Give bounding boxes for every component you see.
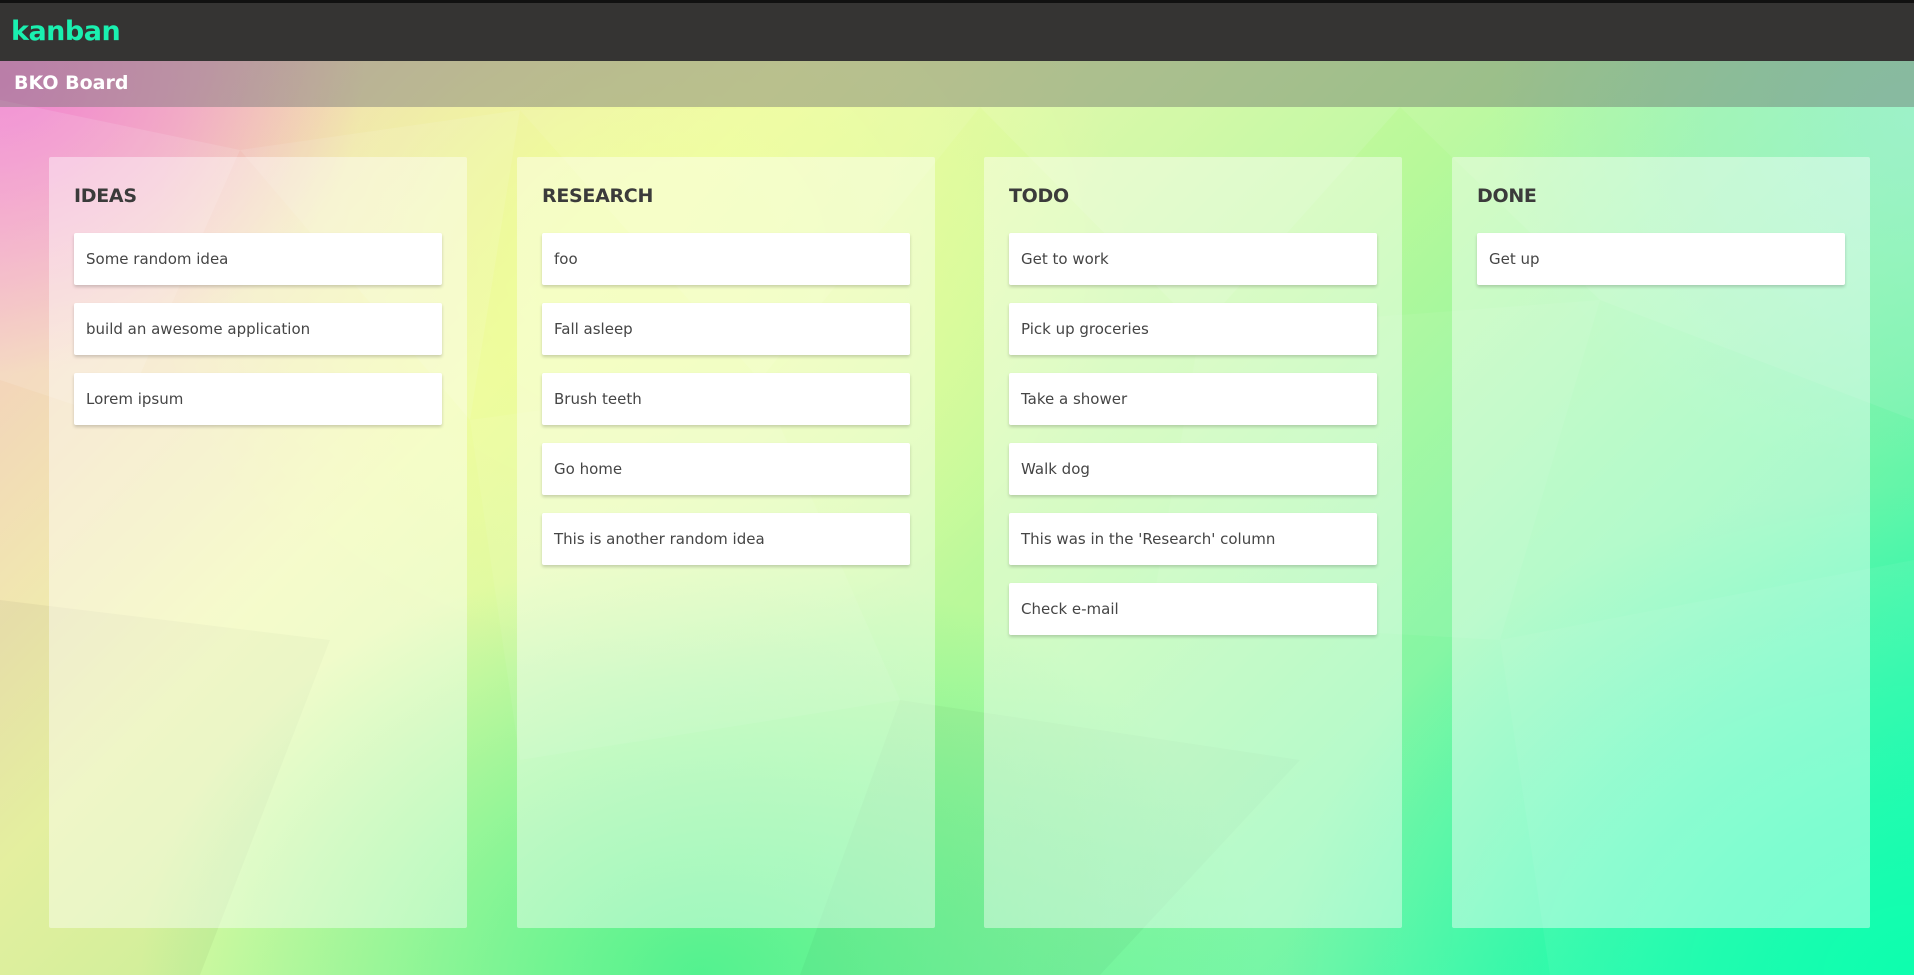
column-done: DONE Get up: [1452, 157, 1870, 928]
column-todo: TODO Get to work Pick up groceries Take …: [984, 157, 1402, 928]
card[interactable]: Get to work: [1009, 233, 1377, 285]
board-title: BKO Board: [14, 72, 129, 94]
top-navbar: kanban: [0, 0, 1914, 61]
card[interactable]: Take a shower: [1009, 373, 1377, 425]
card[interactable]: build an awesome application: [74, 303, 442, 355]
brand-logo[interactable]: kanban: [11, 16, 121, 47]
column-title: TODO: [1009, 185, 1069, 207]
card[interactable]: Check e-mail: [1009, 583, 1377, 635]
column-title: DONE: [1477, 185, 1537, 207]
card[interactable]: This is another random idea: [542, 513, 910, 565]
card[interactable]: foo: [542, 233, 910, 285]
card[interactable]: This was in the 'Research' column: [1009, 513, 1377, 565]
card[interactable]: Some random idea: [74, 233, 442, 285]
card[interactable]: Fall asleep: [542, 303, 910, 355]
column-research: RESEARCH foo Fall asleep Brush teeth Go …: [517, 157, 935, 928]
card[interactable]: Lorem ipsum: [74, 373, 442, 425]
column-ideas: IDEAS Some random idea build an awesome …: [49, 157, 467, 928]
card[interactable]: Go home: [542, 443, 910, 495]
column-title: RESEARCH: [542, 185, 654, 207]
card[interactable]: Pick up groceries: [1009, 303, 1377, 355]
board-header: BKO Board: [0, 61, 1914, 107]
card[interactable]: Walk dog: [1009, 443, 1377, 495]
column-title: IDEAS: [74, 185, 137, 207]
card[interactable]: Brush teeth: [542, 373, 910, 425]
card[interactable]: Get up: [1477, 233, 1845, 285]
